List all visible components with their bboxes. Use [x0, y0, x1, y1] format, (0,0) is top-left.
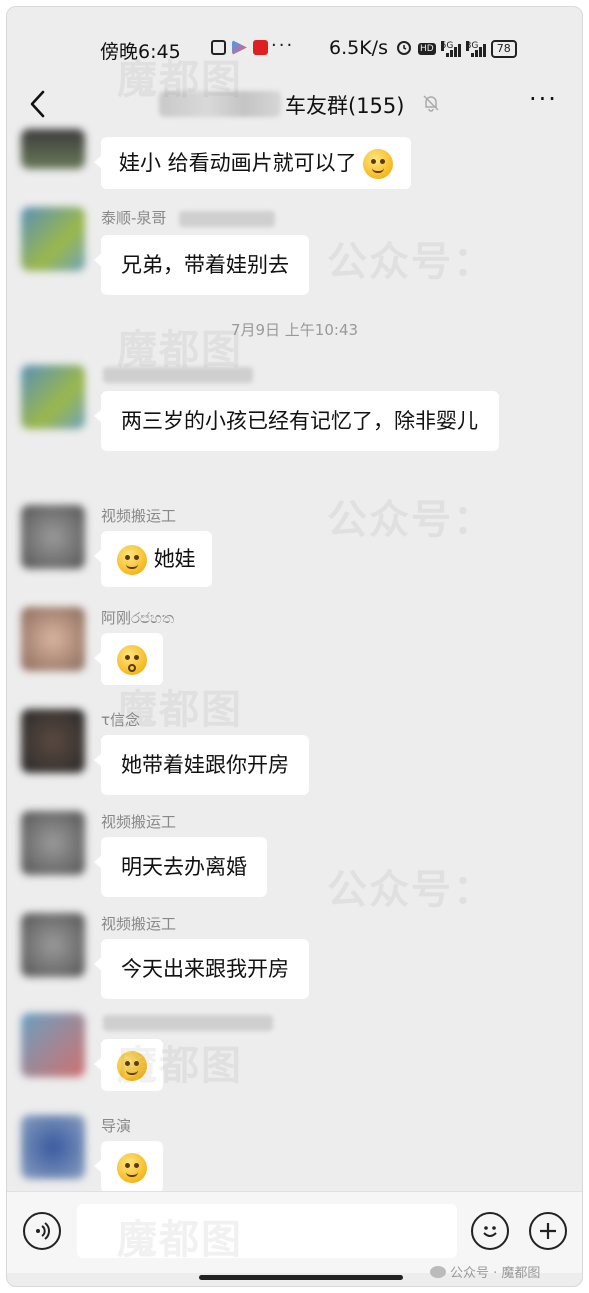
- emoji-button[interactable]: [471, 1212, 509, 1250]
- sender-name: τ信念: [101, 711, 141, 729]
- message-text: 今天出来跟我开房: [121, 957, 289, 981]
- sender-name: 导演: [101, 1117, 132, 1135]
- battery-indicator: 78: [490, 40, 517, 58]
- avatar[interactable]: [21, 505, 85, 569]
- message-text: 她带着娃跟你开房: [121, 753, 289, 777]
- sender-name: 视频搬运工: [101, 813, 177, 831]
- shocked-face-icon: [117, 645, 147, 675]
- message-bubble[interactable]: 她娃: [94, 531, 212, 587]
- avatar[interactable]: [21, 913, 85, 977]
- message-bubble[interactable]: [94, 1141, 163, 1193]
- voice-icon: [36, 1222, 50, 1240]
- message-input[interactable]: [77, 1204, 457, 1258]
- home-indicator[interactable]: [199, 1275, 403, 1280]
- sender-name: 阿刚ර෪හත: [101, 609, 175, 627]
- avatar[interactable]: [21, 811, 85, 875]
- message-text: 明天去办离婚: [121, 855, 247, 879]
- plus-button[interactable]: [529, 1212, 567, 1250]
- message-text: 兄弟，带着娃别去: [121, 253, 289, 277]
- message-bubble[interactable]: 两三岁的小孩已经有记忆了，除非婴儿: [94, 391, 499, 451]
- play-icon: [232, 40, 247, 55]
- smile-icon: [483, 1226, 497, 1237]
- message-bubble[interactable]: 今天出来跟我开房: [94, 939, 309, 999]
- sender-name: 视频搬运工: [101, 915, 177, 933]
- message-bubble[interactable]: [94, 633, 163, 685]
- watermark-text: 公众号：: [327, 239, 495, 285]
- chevron-left-icon: [30, 90, 45, 118]
- chat-header: 车友群(155) ···: [7, 79, 582, 129]
- hd-badge: HD: [418, 43, 436, 55]
- avatar[interactable]: [21, 607, 85, 671]
- message-bubble[interactable]: 娃小 给看动画片就可以了: [93, 137, 412, 189]
- group-title: 车友群(155): [285, 94, 405, 118]
- bell-off-icon: [423, 95, 439, 112]
- avatar[interactable]: [21, 129, 85, 169]
- status-time: 傍晚6:45: [100, 41, 181, 63]
- blurred-sender-name: [103, 1015, 273, 1031]
- sweat-smile-face-icon: [117, 1153, 147, 1183]
- status-bar: 傍晚6:45 ··· 6.5K/s HD 5G 3G 78: [7, 7, 582, 79]
- avatar[interactable]: [21, 365, 85, 429]
- alarm-icon: [395, 38, 413, 60]
- net-speed: 6.5K/s: [329, 37, 388, 59]
- footer-watermark-text: 公众号 · 魔都图: [450, 1266, 541, 1281]
- voice-button[interactable]: [23, 1212, 61, 1250]
- status-right-icons: HD 5G 3G 78: [395, 38, 517, 60]
- avatar[interactable]: [21, 207, 85, 271]
- watermark-text: 公众号：: [327, 497, 495, 543]
- notification-n-icon: [211, 40, 226, 55]
- sender-name: 泰顺-泉哥: [101, 209, 167, 227]
- blurred-sender-suffix: [179, 211, 275, 227]
- thinking-face-icon: [363, 149, 394, 179]
- plus-icon: [540, 1223, 556, 1239]
- crying-laughing-face-icon: [117, 545, 147, 575]
- more-options-button[interactable]: ···: [529, 85, 558, 113]
- input-bar: [7, 1191, 582, 1273]
- message-bubble[interactable]: 兄弟，带着娃别去: [94, 235, 309, 295]
- message-text: 两三岁的小孩已经有记忆了，除非婴儿: [121, 409, 478, 433]
- footer-watermark: 公众号 · 魔都图: [430, 1262, 540, 1281]
- signal-icon-2: 3G: [465, 41, 486, 57]
- watermark-text: 公众号：: [327, 867, 495, 913]
- app-notification-icon: [253, 40, 268, 55]
- message-bubble[interactable]: [94, 1039, 163, 1091]
- phone-screen: 傍晚6:45 ··· 6.5K/s HD 5G 3G 78 车友群(155) ·…: [6, 6, 583, 1287]
- back-button[interactable]: [23, 87, 53, 121]
- message-text: 娃小 给看动画片就可以了: [119, 151, 357, 175]
- avatar[interactable]: [21, 1115, 85, 1179]
- chat-timestamp: 7月9日 上午10:43: [230, 321, 359, 339]
- message-bubble[interactable]: 她带着娃跟你开房: [94, 735, 309, 795]
- avatar[interactable]: [21, 709, 85, 773]
- message-bubble[interactable]: 明天去办离婚: [94, 837, 267, 897]
- sweat-smile-face-icon: [117, 1051, 147, 1081]
- more-notifications: ···: [271, 35, 295, 56]
- signal-icon-1: 5G: [440, 41, 461, 57]
- blurred-group-name: [159, 91, 281, 117]
- message-text: 她娃: [153, 547, 196, 571]
- blurred-sender-name: [103, 367, 253, 383]
- avatar[interactable]: [21, 1013, 85, 1077]
- wechat-icon: [430, 1265, 446, 1278]
- sender-name: 视频搬运工: [101, 507, 177, 525]
- notification-icons: [211, 40, 268, 55]
